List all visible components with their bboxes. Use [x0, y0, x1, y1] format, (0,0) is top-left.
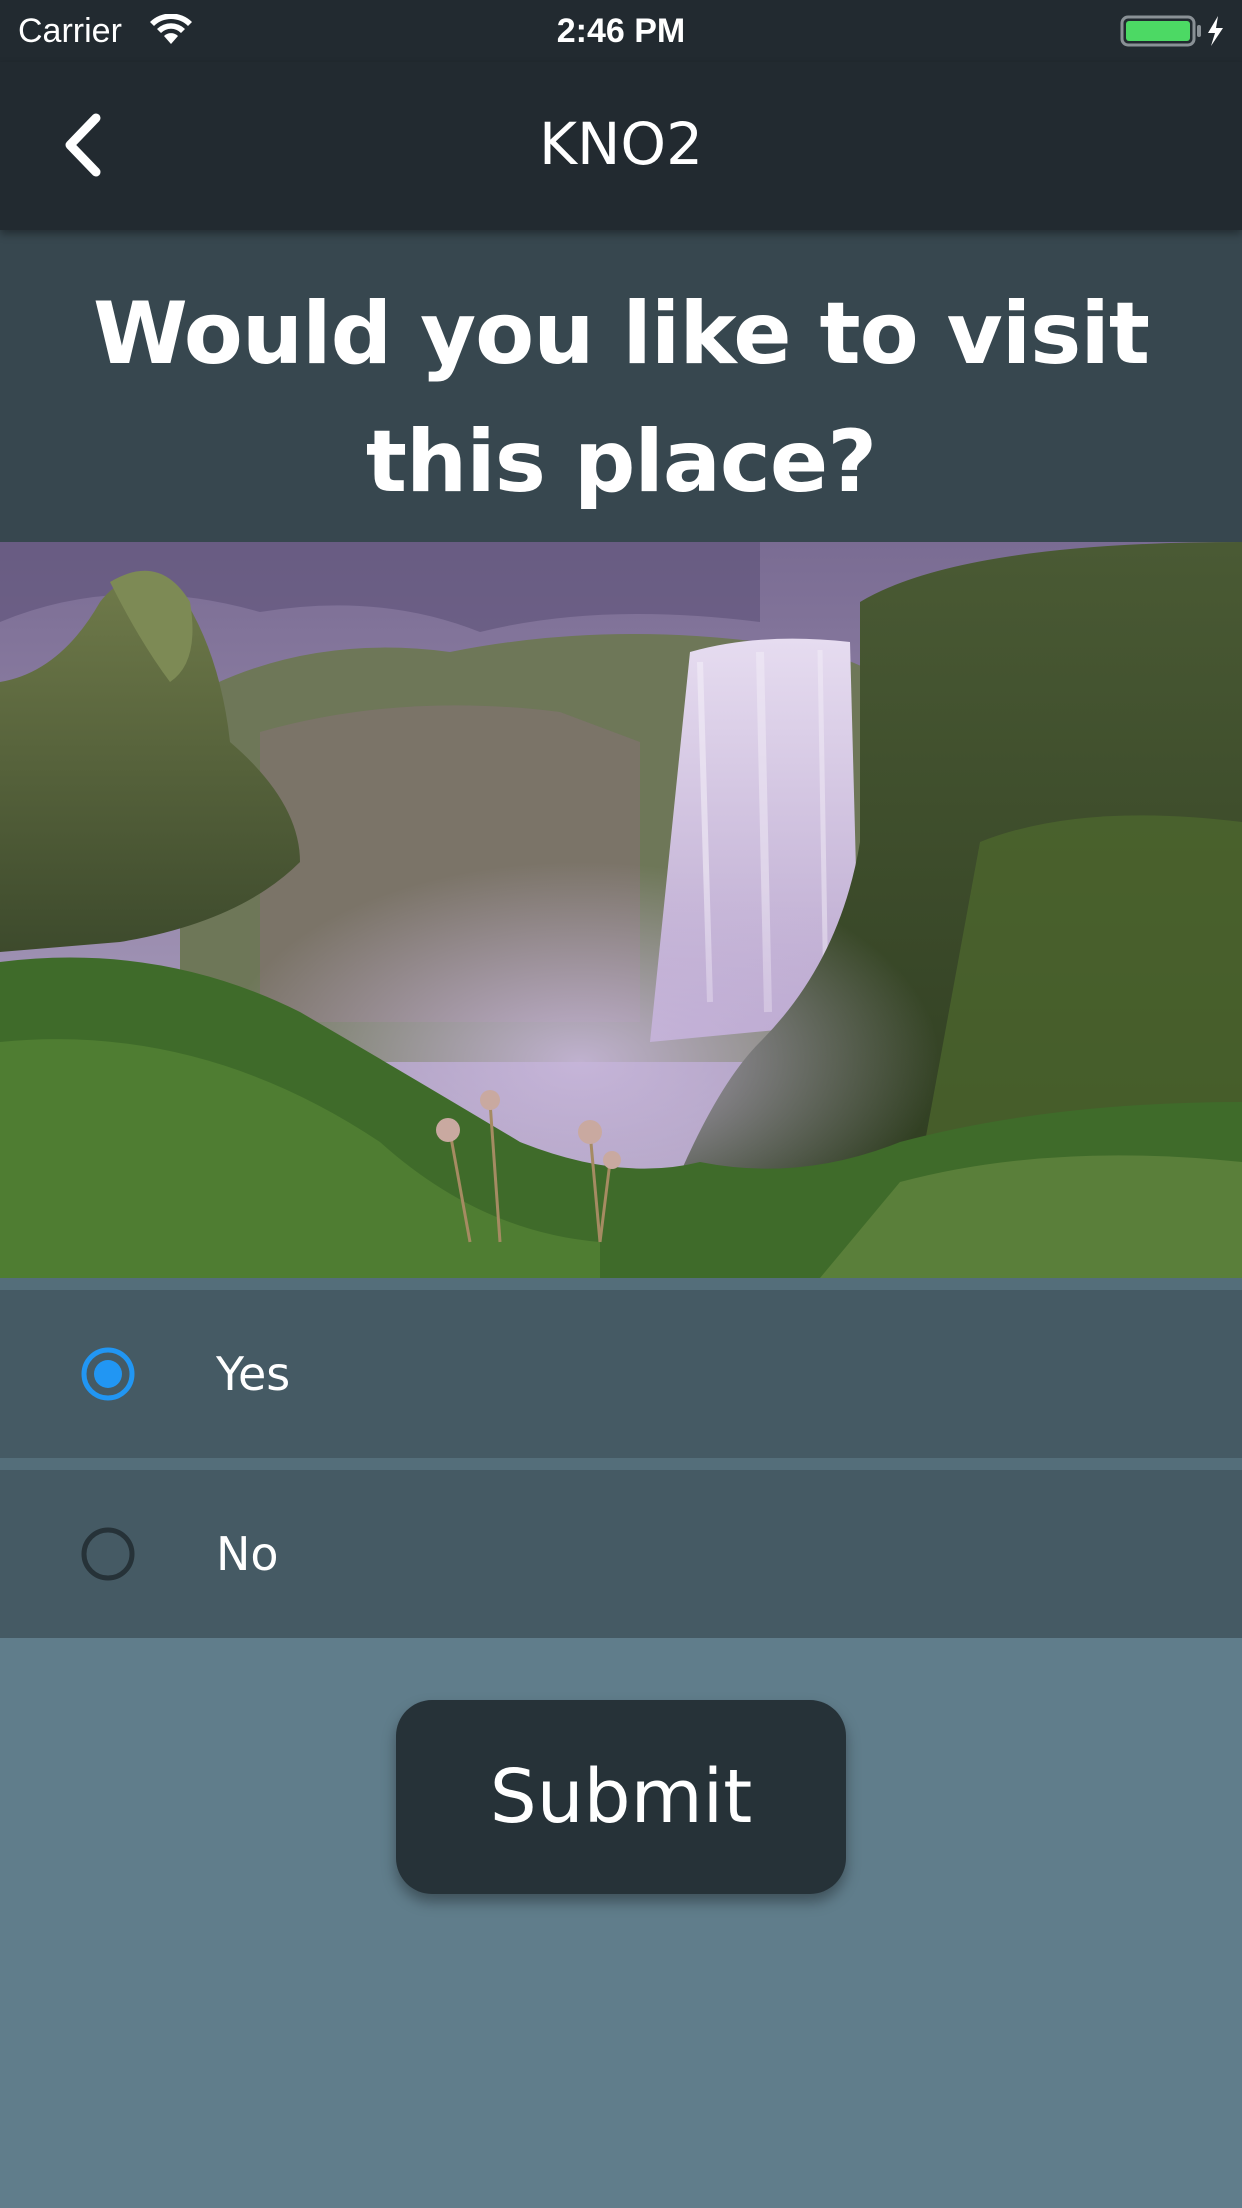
- submit-button[interactable]: Submit: [396, 1700, 846, 1894]
- question-text: Would you like to visit this place?: [93, 284, 1150, 512]
- navigation-bar: KNO2: [0, 62, 1242, 230]
- waterfall-photo: [0, 542, 1242, 1278]
- question-panel: Would you like to visit this place?: [0, 230, 1242, 542]
- divider: [0, 1278, 1242, 1290]
- status-time: 2:46 PM: [556, 12, 686, 50]
- option-label: Yes: [216, 1347, 291, 1401]
- divider: [0, 1458, 1242, 1470]
- radio-selected-icon[interactable]: [80, 1346, 136, 1402]
- battery-charging-icon: [1120, 14, 1228, 48]
- option-label: No: [216, 1527, 279, 1581]
- nav-title: KNO2: [539, 110, 703, 178]
- option-no[interactable]: No: [0, 1470, 1242, 1638]
- option-yes[interactable]: Yes: [0, 1290, 1242, 1458]
- radio-unselected-icon[interactable]: [80, 1526, 136, 1582]
- status-bar: Carrier 2:46 PM: [0, 0, 1242, 62]
